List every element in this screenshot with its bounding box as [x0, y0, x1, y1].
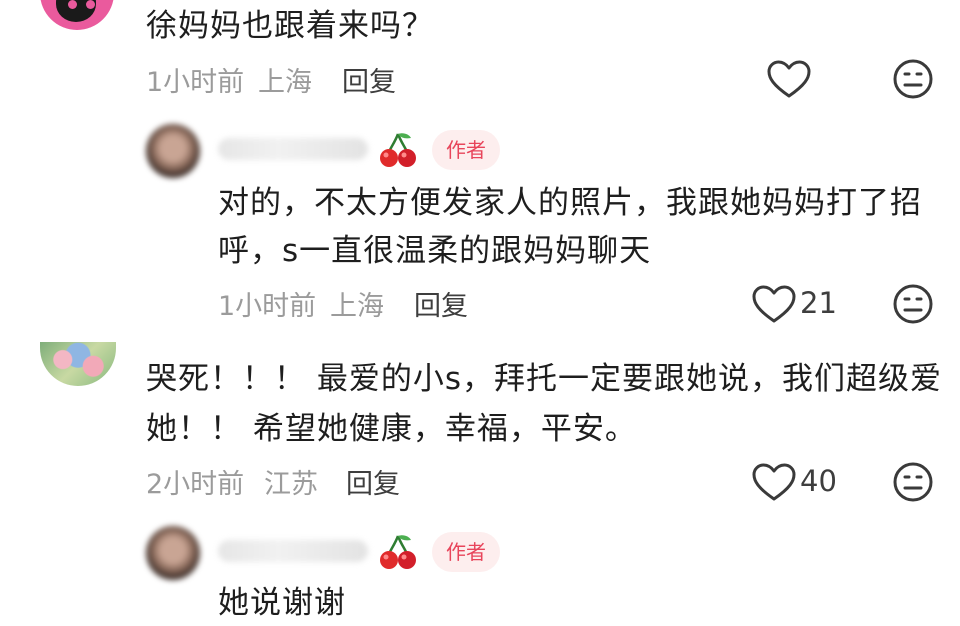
author-name-blurred[interactable]	[218, 138, 368, 160]
dislike-face-icon[interactable]	[892, 58, 934, 100]
author-badge: 作者	[432, 532, 500, 572]
comment-time: 2小时前	[146, 469, 245, 500]
cat-eye-icon	[68, 0, 77, 9]
like-count: 21	[800, 286, 837, 320]
reply-text-line: 呼，s一直很温柔的跟妈妈聊天	[218, 233, 652, 269]
comment-location: 江苏	[264, 469, 318, 500]
reply-button[interactable]: 回复	[342, 60, 396, 99]
cat-eye-icon	[86, 0, 95, 9]
reply-button[interactable]: 回复	[414, 284, 468, 323]
author-name-blurred[interactable]	[218, 540, 368, 562]
comment-location: 上海	[258, 67, 312, 98]
avatar[interactable]	[40, 0, 114, 30]
comment-text-line: 哭死！！！ 最爱的小s，拜托一定要跟她说，我们超级爱	[146, 361, 943, 397]
heart-icon[interactable]	[752, 285, 796, 325]
like-count: 40	[800, 464, 837, 498]
cherry-icon	[380, 535, 416, 569]
reply-text: 她说谢谢	[218, 585, 346, 621]
comment-text: 徐妈妈也跟着来吗？	[146, 8, 434, 44]
comment-location: 上海	[330, 291, 384, 322]
comment-text-line: 她！！ 希望她健康，幸福，平安。	[146, 411, 637, 447]
cherry-icon	[380, 133, 416, 167]
heart-icon[interactable]	[752, 463, 796, 503]
dislike-face-icon[interactable]	[892, 461, 934, 503]
comment-time: 1小时前	[218, 291, 317, 322]
dislike-face-icon[interactable]	[892, 283, 934, 325]
reply-text-line: 对的，不太方便发家人的照片，我跟她妈妈打了招	[218, 185, 922, 221]
reply-button[interactable]: 回复	[346, 462, 400, 501]
avatar[interactable]	[40, 342, 116, 386]
author-avatar[interactable]	[146, 526, 200, 580]
comment-time: 1小时前	[146, 67, 245, 98]
author-avatar[interactable]	[146, 124, 200, 178]
author-badge: 作者	[432, 130, 500, 170]
heart-icon[interactable]	[767, 60, 811, 100]
